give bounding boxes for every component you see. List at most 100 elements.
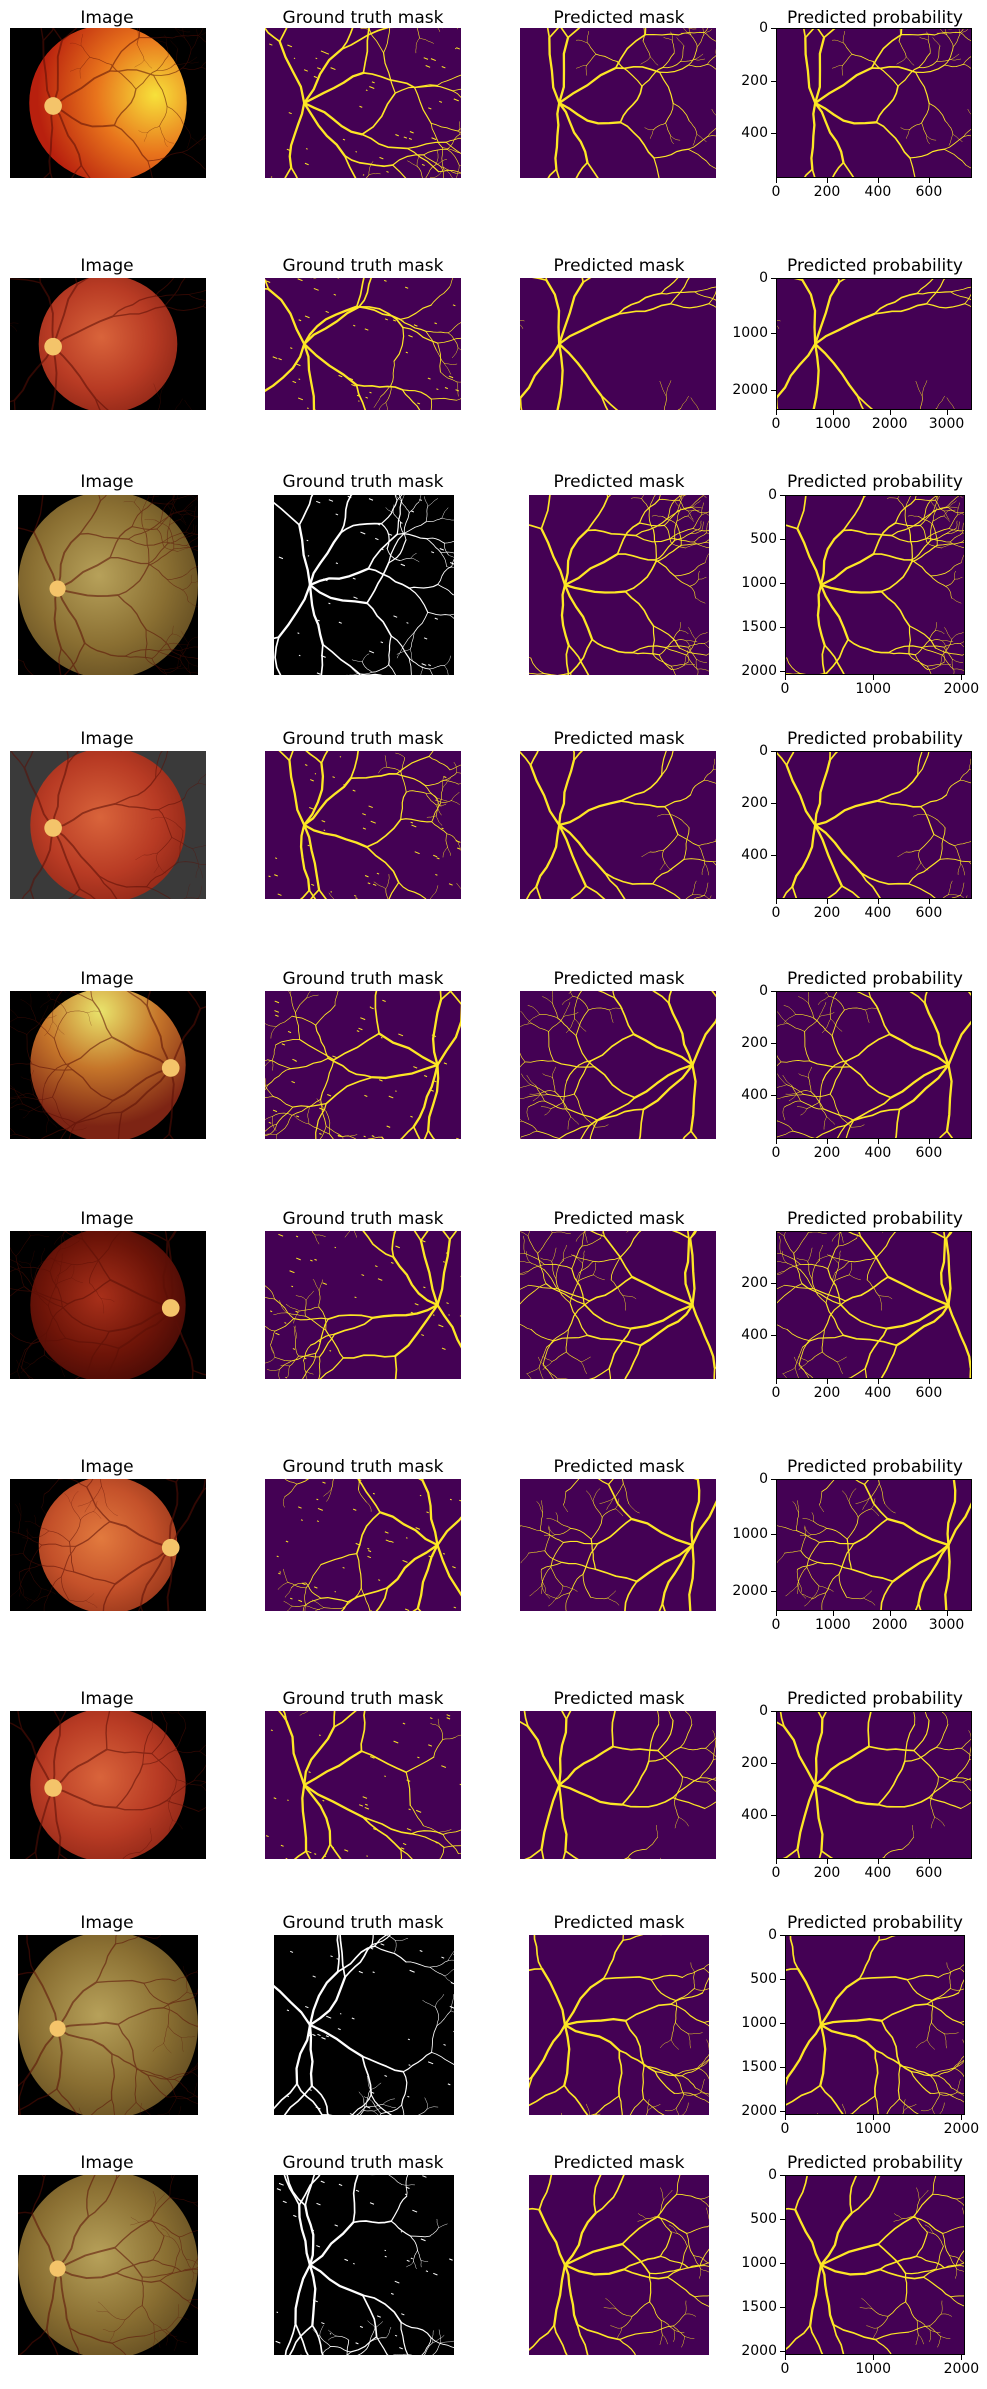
- x-tick-mark: [877, 178, 879, 183]
- x-tick-mark: [877, 899, 879, 904]
- mask-background: [520, 278, 716, 410]
- x-tick-mark: [961, 675, 963, 680]
- x-tick-mark: [785, 675, 786, 680]
- optic-disc: [44, 337, 62, 356]
- y-tick-mark: [771, 802, 776, 804]
- x-tick-mark: [826, 899, 828, 904]
- fundus-image: [10, 28, 206, 178]
- fundus-image: [10, 278, 206, 410]
- y-tick-mark: [780, 627, 785, 629]
- y-tick-label: 1000: [732, 325, 768, 342]
- y-tick-label: 200: [741, 794, 768, 811]
- vessel-fragment: [420, 666, 423, 668]
- panel-title-image: Image: [80, 256, 134, 276]
- y-tick-label: 0: [759, 270, 768, 286]
- x-tick-mark: [873, 675, 875, 680]
- ground-truth-mask-image: [274, 495, 454, 675]
- vessel-fragment: [328, 602, 331, 605]
- y-tick-label: 0: [759, 20, 768, 36]
- mask-background: [265, 28, 461, 178]
- x-tick-label: 600: [915, 184, 943, 200]
- panel-title-ground-truth: Ground truth mask: [282, 472, 444, 492]
- x-tick-label: 0: [780, 681, 790, 697]
- x-tick-mark: [776, 178, 777, 183]
- retina-disc: [30, 991, 186, 1139]
- predicted-probability-image: [776, 278, 972, 410]
- vessel-fragment: [315, 57, 318, 60]
- x-tick-label: 1000: [855, 681, 891, 697]
- y-tick-mark: [780, 583, 785, 585]
- y-tick-mark: [771, 133, 776, 134]
- panel-title-predicted-probability: Predicted probability: [787, 8, 963, 28]
- panel-title-ground-truth: Ground truth mask: [282, 729, 444, 749]
- y-tick-mark: [771, 751, 776, 752]
- panel-title-predicted-mask: Predicted mask: [553, 472, 685, 492]
- vessel-fragment: [298, 654, 301, 657]
- y-tick-mark: [780, 671, 785, 673]
- panel-title-predicted-probability: Predicted probability: [787, 256, 963, 276]
- panel-title-image: Image: [80, 8, 134, 28]
- optic-disc: [161, 1059, 180, 1077]
- ground-truth-mask-image: [265, 28, 461, 178]
- mask-background: [529, 495, 709, 675]
- vessel-fragment: [343, 784, 346, 786]
- y-tick-mark: [771, 278, 776, 279]
- x-tick-mark: [826, 178, 828, 183]
- vessel-fragment: [306, 407, 309, 409]
- x-tick-label: 3000: [928, 416, 965, 432]
- mask-background: [265, 751, 461, 899]
- panel-title-predicted-probability: Predicted probability: [787, 472, 963, 492]
- x-tick-mark: [946, 410, 948, 415]
- panel-title-image: Image: [80, 472, 134, 492]
- y-tick-label: 200: [741, 72, 768, 89]
- vessel-fragment: [305, 148, 308, 150]
- x-tick-mark: [889, 410, 891, 415]
- panel-title-ground-truth: Ground truth mask: [282, 256, 444, 276]
- ground-truth-mask-image: [265, 278, 461, 410]
- y-tick-label: 1500: [741, 619, 777, 636]
- predicted-probability-image: [776, 751, 972, 899]
- y-tick-label: 1000: [741, 575, 777, 592]
- mask-background: [265, 278, 461, 410]
- vessel-fragment: [297, 632, 300, 634]
- predicted-mask-image: [520, 28, 716, 178]
- vessel-fragment: [365, 89, 368, 92]
- y-tick-mark: [771, 390, 776, 392]
- fundus-image: [10, 991, 206, 1139]
- vessel-fragment: [298, 378, 301, 380]
- y-tick-mark: [771, 333, 776, 335]
- vessel-fragment: [323, 829, 326, 832]
- panel-title-predicted-mask: Predicted mask: [553, 256, 685, 276]
- retina-disc: [18, 495, 198, 675]
- optic-disc: [44, 97, 62, 115]
- x-tick-label: 2000: [943, 681, 980, 697]
- y-tick-label: 400: [741, 846, 768, 863]
- vessel-fragment: [307, 844, 310, 847]
- vessel-fragment: [306, 539, 309, 542]
- optic-disc: [44, 819, 62, 837]
- panel-title-predicted-mask: Predicted mask: [553, 729, 685, 749]
- x-tick-label: 1000: [815, 416, 851, 432]
- ground-truth-mask-image: [265, 991, 461, 1139]
- x-tick-mark: [776, 410, 777, 415]
- y-tick-mark: [780, 495, 785, 496]
- y-tick-label: 400: [741, 125, 768, 141]
- y-tick-label: 500: [750, 531, 777, 548]
- figure-page: { "column_titles": { "image": "Image", "…: [0, 0, 987, 2389]
- vessel-fragment: [268, 875, 271, 878]
- predicted-mask-image: [529, 495, 709, 675]
- y-tick-mark: [780, 539, 785, 541]
- y-tick-mark: [771, 80, 776, 82]
- predicted-probability-image: [776, 28, 972, 178]
- vessel-fragment: [406, 622, 409, 624]
- predicted-mask-image: [520, 278, 716, 410]
- y-tick-mark: [771, 854, 776, 856]
- x-tick-label: 600: [915, 905, 943, 921]
- mask-background: [265, 991, 461, 1139]
- y-tick-label: 2000: [732, 382, 768, 399]
- x-tick-mark: [832, 410, 834, 415]
- panel-title-image: Image: [80, 969, 134, 989]
- predicted-mask-image: [520, 751, 716, 899]
- vessel-fragment: [361, 133, 364, 136]
- mask-background: [776, 278, 972, 410]
